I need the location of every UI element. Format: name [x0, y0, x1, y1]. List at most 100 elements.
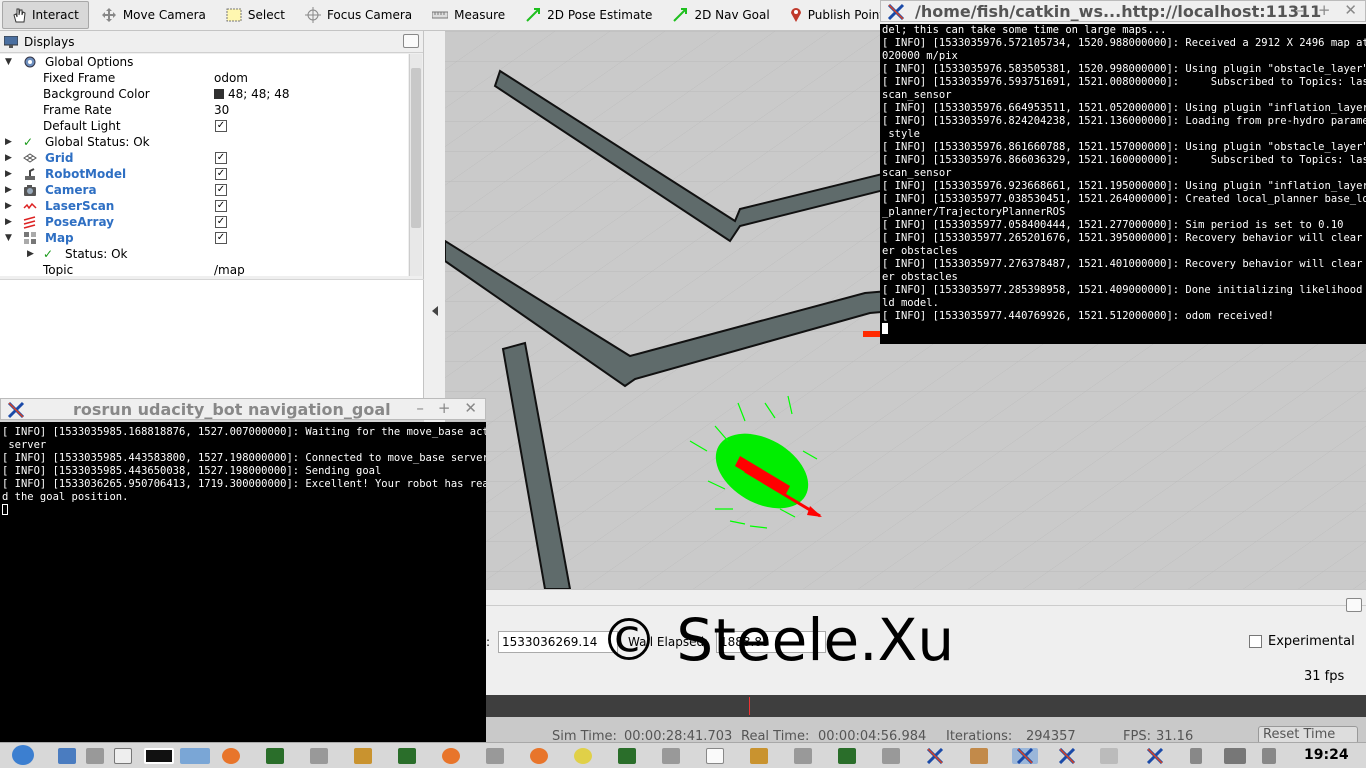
undock-button[interactable] — [403, 34, 419, 48]
tree-row-laserscan[interactable]: ▶ LaserScan ✓ — [0, 198, 408, 214]
terminal-icon[interactable] — [398, 748, 416, 764]
camera-checkbox[interactable]: ✓ — [215, 184, 227, 196]
network-icon[interactable] — [1224, 748, 1246, 764]
notes-icon[interactable] — [310, 748, 328, 764]
expand-arrow-icon[interactable]: ▼ — [5, 54, 12, 70]
clock[interactable]: 19:24 — [1304, 747, 1349, 763]
x-logo-active-icon[interactable] — [1012, 747, 1038, 765]
terminal-icon[interactable] — [266, 748, 284, 764]
property-label: Default Light — [43, 119, 121, 133]
tree-row-topic[interactable]: Topic /map — [0, 262, 408, 276]
close-button[interactable]: ✕ — [1344, 1, 1357, 19]
image-viewer-icon[interactable] — [750, 748, 768, 764]
tree-scrollbar[interactable] — [409, 54, 422, 276]
file-manager-icon[interactable] — [58, 748, 76, 764]
maximize-button[interactable]: + — [438, 399, 451, 417]
expand-arrow-icon[interactable]: ▶ — [5, 150, 12, 166]
experimental-checkbox[interactable] — [1249, 635, 1262, 648]
firefox-icon[interactable] — [530, 748, 548, 764]
map-checkbox[interactable]: ✓ — [215, 232, 227, 244]
terminal-active-icon[interactable] — [144, 748, 174, 764]
tree-row-map-status[interactable]: ▶ ✓ Status: Ok — [0, 246, 408, 262]
editor-icon[interactable] — [1100, 748, 1118, 764]
tool-select[interactable]: Select — [216, 0, 295, 30]
property-value[interactable]: 48; 48; 48 — [214, 86, 290, 102]
expand-arrow-icon[interactable]: ▶ — [5, 214, 12, 230]
window-icon[interactable] — [114, 748, 132, 764]
terminal-line: ld model. — [882, 297, 939, 309]
expand-arrow-icon[interactable]: ▶ — [27, 246, 34, 262]
tool-label: Focus Camera — [326, 8, 413, 22]
tool-interact[interactable]: Interact — [2, 1, 89, 29]
x-logo-icon[interactable] — [1146, 747, 1164, 765]
tree-row-robotmodel[interactable]: ▶ RobotModel ✓ — [0, 166, 408, 182]
tree-row-default-light[interactable]: Default Light ✓ — [0, 118, 408, 134]
robotmodel-checkbox[interactable]: ✓ — [215, 168, 227, 180]
terminal-titlebar[interactable]: rosrun udacity_bot navigation_goal – + ✕ — [0, 398, 486, 420]
property-value[interactable]: odom — [214, 70, 248, 86]
terminal-icon[interactable] — [618, 748, 636, 764]
expand-arrow-icon[interactable]: ▶ — [5, 166, 12, 182]
notes-icon[interactable] — [86, 748, 104, 764]
terminal-line: er obstacles — [882, 271, 958, 283]
volume-icon[interactable] — [1262, 748, 1276, 764]
grid-checkbox[interactable]: ✓ — [215, 152, 227, 164]
monitor-icon[interactable] — [180, 748, 210, 764]
tree-row-fixed-frame[interactable]: Fixed Frame odom — [0, 70, 408, 86]
tool-2d-pose-estimate[interactable]: 2D Pose Estimate — [515, 0, 662, 30]
document-icon[interactable] — [706, 748, 724, 764]
terminal-icon[interactable] — [838, 748, 856, 764]
chat-icon[interactable] — [574, 748, 592, 764]
battery-icon[interactable] — [1190, 748, 1202, 764]
x-logo-icon[interactable] — [1058, 747, 1076, 765]
expand-arrow-icon[interactable]: ▶ — [5, 182, 12, 198]
tree-row-global-options[interactable]: ▼ Global Options — [0, 54, 408, 70]
notes-icon[interactable] — [794, 748, 812, 764]
collapse-arrow-icon[interactable]: ▼ — [5, 230, 12, 246]
expand-arrow-icon[interactable]: ▶ — [5, 198, 12, 214]
package-icon[interactable] — [970, 748, 988, 764]
tree-row-global-status[interactable]: ▶ ✓ Global Status: Ok — [0, 134, 408, 150]
notes-icon[interactable] — [486, 748, 504, 764]
minimize-button[interactable]: – — [416, 399, 424, 417]
default-light-checkbox[interactable]: ✓ — [215, 120, 227, 132]
ros-time-value: 1533036269.14 — [502, 635, 598, 649]
maximize-button[interactable]: + — [1318, 1, 1331, 19]
property-label: Background Color — [43, 87, 150, 101]
tree-row-background-color[interactable]: Background Color 48; 48; 48 — [0, 86, 408, 102]
tree-row-frame-rate[interactable]: Frame Rate 30 — [0, 102, 408, 118]
start-menu-icon[interactable] — [12, 745, 34, 765]
undock-button[interactable] — [1346, 598, 1362, 612]
laserscan-checkbox[interactable]: ✓ — [215, 200, 227, 212]
tool-measure[interactable]: Measure — [422, 0, 515, 30]
terminal-navigation-goal[interactable]: [ INFO] [1533035985.168818876, 1527.0070… — [0, 422, 486, 742]
notes-icon[interactable] — [882, 748, 900, 764]
tool-move-camera[interactable]: Move Camera — [91, 0, 216, 30]
time-panel-header — [486, 592, 1366, 612]
posearray-checkbox[interactable]: ✓ — [215, 216, 227, 228]
tree-row-grid[interactable]: ▶ Grid ✓ — [0, 150, 408, 166]
tool-2d-nav-goal[interactable]: 2D Nav Goal — [662, 0, 779, 30]
scrollbar-thumb[interactable] — [411, 68, 421, 228]
notes-icon[interactable] — [662, 748, 680, 764]
terminal-cursor-line — [880, 323, 1366, 336]
terminal-titlebar[interactable]: /home/fish/catkin_ws...http://localhost:… — [880, 0, 1366, 22]
x-logo-icon[interactable] — [926, 747, 944, 765]
ros-time-suffix: : — [486, 635, 491, 649]
terminal-roslaunch[interactable]: del; this can take some time on large ma… — [880, 24, 1366, 344]
minimize-button[interactable]: – — [1296, 1, 1304, 19]
tree-row-posearray[interactable]: ▶ PoseArray ✓ — [0, 214, 408, 230]
timeline-track[interactable] — [486, 695, 1366, 717]
tree-row-camera[interactable]: ▶ Camera ✓ — [0, 182, 408, 198]
expand-arrow-icon[interactable]: ▶ — [5, 134, 12, 150]
tree-row-map[interactable]: ▼ Map ✓ — [0, 230, 408, 246]
property-value[interactable]: 30 — [214, 102, 229, 118]
firefox-icon[interactable] — [442, 748, 460, 764]
image-viewer-icon[interactable] — [354, 748, 372, 764]
firefox-icon[interactable] — [222, 748, 240, 764]
property-value[interactable]: /map — [214, 262, 245, 276]
ruler-icon — [432, 11, 449, 19]
close-button[interactable]: ✕ — [464, 399, 477, 417]
tool-publish-point[interactable]: Publish Point — [780, 0, 894, 30]
tool-focus-camera[interactable]: Focus Camera — [295, 0, 422, 30]
